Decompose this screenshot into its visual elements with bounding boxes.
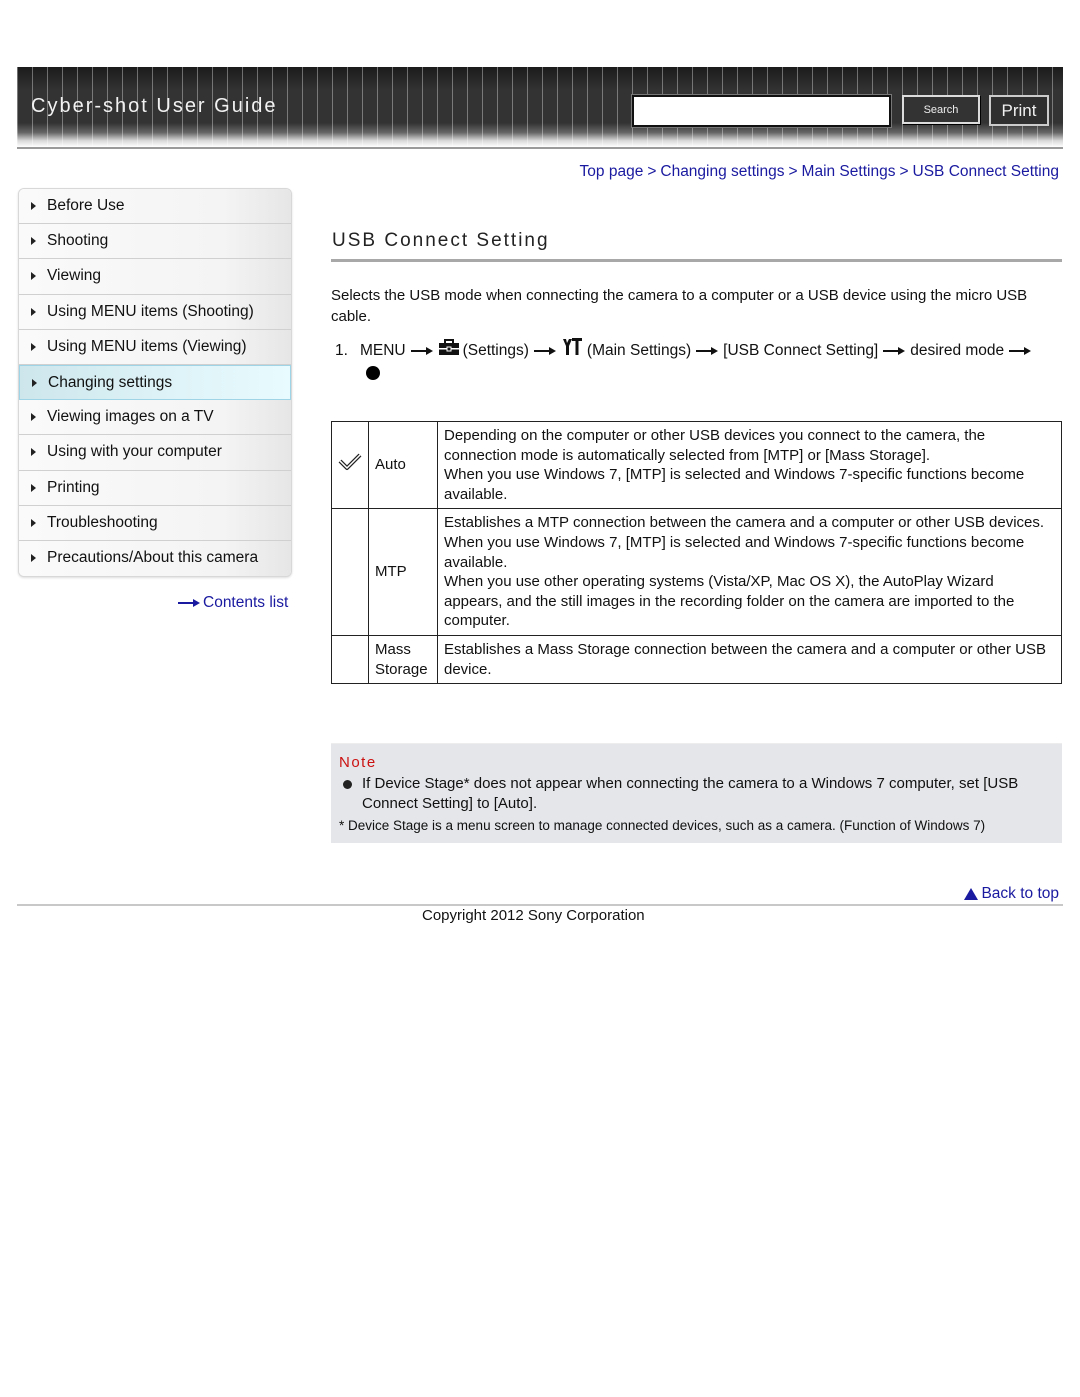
triangle-right-icon [31,202,36,211]
bullet-icon [343,780,352,789]
intro-text: Selects the USB mode when connecting the… [331,287,1028,325]
triangle-right-icon [31,448,36,457]
arrow-right-icon [533,346,556,355]
search-input[interactable] [631,94,892,128]
checkmark-icon [338,453,362,471]
step-desired-mode: desired mode [910,342,1005,359]
sidebar-item-label: Using MENU items (Shooting) [47,302,254,320]
mode-name: Mass Storage [368,634,438,685]
note-text: If Device Stage* does not appear when co… [362,775,1019,812]
arrow-right-icon [1009,346,1032,355]
sidebar-item-before-use[interactable]: Before Use [19,189,291,225]
triangle-right-icon [31,342,36,351]
description-line: When you use Windows 7, [MTP] is selecte… [444,466,1025,503]
sidebar-item-label: Precautions/About this camera [47,549,259,567]
sidebar-item-label: Using with your computer [47,443,222,461]
triangle-right-icon [31,237,36,246]
sidebar-item-shooting[interactable]: Shooting [19,224,291,260]
description-line: Establishes a Mass Storage connection be… [444,640,1046,678]
triangle-right-icon [31,483,36,492]
description-line: Establishes a MTP connection between the… [444,514,1045,532]
back-to-top-link[interactable]: Back to top [964,885,1059,903]
table-icon-cell [331,634,369,685]
triangle-right-icon [32,378,37,387]
triangle-right-icon [31,307,36,316]
arrow-right-icon [883,346,906,355]
step-settings: (Settings) [462,342,529,359]
sidebar-item-label: Viewing images on a TV [47,408,214,426]
app-title: Cyber-shot User Guide [31,95,278,117]
mode-description: Establishes a MTP connection between the… [437,508,1062,636]
sidebar-item-label: Troubleshooting [47,513,158,531]
back-to-top-label: Back to top [981,885,1059,902]
table-row: Auto Depending on the computer or other … [331,420,1062,510]
mode-name-text: Mass Storage [375,640,428,678]
footer-divider [17,904,1063,906]
description-line: Depending on the computer or other USB d… [444,427,986,464]
contents-list-label: Contents list [203,594,289,611]
sidebar-item-precautions[interactable]: Precautions/About this camera [19,540,291,577]
triangle-right-icon [31,272,36,281]
mode-name: MTP [368,508,438,636]
breadcrumb-separator: > [647,163,657,180]
sidebar-item-menu-viewing[interactable]: Using MENU items (Viewing) [19,329,291,365]
contents-list-link[interactable]: Contents list [178,594,288,612]
arrow-right-icon [178,598,200,608]
triangle-right-icon [31,554,36,563]
step-main-settings: (Main Settings) [586,342,692,359]
table-row: Mass Storage Establishes a Mass Storage … [331,634,1062,685]
usb-modes-table: Auto Depending on the computer or other … [331,420,1062,685]
breadcrumb-usb-connect-setting[interactable]: USB Connect Setting [913,163,1059,180]
arrow-right-icon [696,346,719,355]
settings-toolbox-icon [438,339,459,355]
triangle-right-icon [31,413,36,422]
note-footnote: * Device Stage is a menu screen to manag… [339,818,986,833]
sidebar-item-troubleshooting[interactable]: Troubleshooting [19,505,291,541]
title-divider [331,259,1062,262]
sidebar-item-menu-shooting[interactable]: Using MENU items (Shooting) [19,294,291,330]
arrow-right-icon [410,346,433,355]
description-line: When you use Windows 7, [MTP] is selecte… [444,533,1025,571]
breadcrumb-separator: > [788,163,798,180]
sidebar-nav: Before Use Shooting Viewing Using MENU i… [18,188,292,578]
note-title: Note [339,754,377,771]
main-settings-wrench-icon [562,338,582,355]
mode-name: Auto [368,420,438,510]
sidebar-item-label: Before Use [47,197,125,215]
breadcrumb-main-settings[interactable]: Main Settings [802,163,896,180]
sidebar-item-changing-settings[interactable]: Changing settings [19,364,291,401]
triangle-up-icon [964,888,979,900]
print-button[interactable]: Print [989,95,1049,126]
breadcrumb: Top page > Changing settings > Main Settings… [580,163,1059,181]
sidebar-item-computer[interactable]: Using with your computer [19,435,291,471]
sidebar-item-label: Shooting [47,232,109,250]
table-icon-cell [331,420,369,510]
sidebar-item-viewing-tv[interactable]: Viewing images on a TV [19,400,291,436]
breadcrumb-separator: > [899,163,909,180]
procedure-step: 1. MENU (Settings) (Main Settings) [USB Conn… [335,337,1062,361]
mode-description: Establishes a Mass Storage connection be… [437,634,1062,685]
step-menu: MENU [359,342,406,359]
sidebar-item-viewing[interactable]: Viewing [19,259,291,295]
page-title: USB Connect Setting [332,230,550,251]
step-item: [USB Connect Setting] [723,342,879,359]
table-icon-cell [331,508,369,636]
note-box: Note If Device Stage* does not appear wh… [331,743,1062,843]
breadcrumb-top-page[interactable]: Top page [580,163,644,180]
table-row: MTP Establishes a MTP connection between… [331,508,1062,636]
copyright: Copyright 2012 Sony Corporation [422,907,645,924]
description-line: When you use other operating systems (Vi… [444,573,1015,630]
sidebar-item-label: Using MENU items (Viewing) [47,337,247,355]
sidebar-item-label: Printing [47,478,100,496]
header-banner: Cyber-shot User Guide Search Print [17,67,1063,149]
search-button[interactable]: Search [902,95,980,124]
mode-description: Depending on the computer or other USB d… [437,420,1062,510]
step-number: 1. [335,342,348,359]
enter-button-icon [366,366,380,380]
sidebar-item-label: Changing settings [48,373,173,391]
triangle-right-icon [31,518,36,527]
breadcrumb-changing-settings[interactable]: Changing settings [660,163,784,180]
sidebar-item-printing[interactable]: Printing [19,470,291,506]
sidebar-item-label: Viewing [47,267,102,285]
